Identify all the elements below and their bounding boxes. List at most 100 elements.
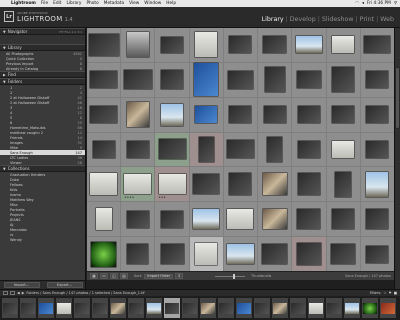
photo-thumbnail[interactable] [335, 171, 352, 197]
filmstrip-thumbnail[interactable] [110, 298, 126, 318]
photo-thumbnail[interactable] [366, 106, 389, 124]
back-arrow-icon[interactable]: ◀ [17, 291, 20, 295]
second-window-icon[interactable] [3, 291, 8, 295]
menubar-clock[interactable]: Fri 4:36 PM [367, 1, 391, 6]
grid-cell[interactable] [223, 28, 258, 62]
wifi-icon[interactable]: ◠ [355, 1, 359, 6]
photo-thumbnail[interactable] [366, 209, 389, 230]
photo-thumbnail[interactable] [194, 63, 219, 97]
grid-cell[interactable] [258, 28, 292, 62]
grid-cell[interactable] [155, 28, 189, 62]
grid-cell[interactable] [360, 97, 394, 132]
filmstrip-thumbnail[interactable] [380, 298, 396, 318]
filmstrip-thumbnail[interactable] [56, 298, 72, 318]
grid-cell[interactable] [189, 167, 223, 202]
photo-thumbnail[interactable] [195, 243, 218, 266]
photo-thumbnail[interactable] [193, 209, 220, 230]
spotlight-icon[interactable]: ⚲ [394, 1, 397, 6]
photo-thumbnail[interactable] [297, 173, 320, 196]
grid-cell[interactable] [326, 202, 360, 237]
grid-cell[interactable]: ★★★★ [121, 167, 155, 202]
photo-thumbnail[interactable] [263, 106, 286, 124]
photo-thumbnail[interactable] [332, 140, 355, 158]
navigator-preview[interactable] [0, 35, 85, 44]
grid-cell[interactable] [258, 167, 292, 202]
export-button[interactable]: Export... [46, 282, 83, 288]
volume-icon[interactable]: ◂ [362, 1, 364, 6]
filmstrip-thumbnail[interactable] [218, 298, 234, 318]
grid-cell[interactable] [258, 62, 292, 97]
photo-thumbnail[interactable] [158, 139, 186, 160]
grid-cell[interactable] [258, 237, 292, 271]
grid-cell[interactable] [189, 28, 223, 62]
grid-cell[interactable] [87, 132, 121, 167]
grid-cell[interactable] [326, 97, 360, 132]
photo-thumbnail[interactable] [366, 245, 389, 263]
photo-thumbnail[interactable] [297, 140, 320, 158]
import-button[interactable]: Import... [3, 282, 40, 288]
grid-cell[interactable] [223, 132, 258, 167]
star-rating[interactable]: ★★★ [158, 196, 166, 199]
grid-cell[interactable] [223, 167, 258, 202]
photo-thumbnail[interactable] [198, 136, 214, 162]
grid-cell[interactable] [223, 237, 258, 271]
filmstrip-thumbnail[interactable] [362, 298, 378, 318]
grid-cell[interactable] [189, 97, 223, 132]
grid-cell[interactable] [223, 62, 258, 97]
grid-cell[interactable] [87, 28, 121, 62]
grid-cell[interactable] [189, 132, 223, 167]
grid-cell[interactable] [292, 202, 326, 237]
grid-cell[interactable] [326, 237, 360, 271]
photo-thumbnail[interactable] [262, 173, 287, 196]
photo-thumbnail[interactable] [90, 173, 118, 196]
menu-metadata[interactable]: Metadata [104, 1, 124, 6]
photo-thumbnail[interactable] [161, 210, 184, 228]
grid-cell[interactable] [292, 62, 326, 97]
grid-cell[interactable] [87, 167, 121, 202]
photo-thumbnail[interactable] [161, 36, 184, 53]
menu-window[interactable]: Window [144, 1, 161, 6]
photo-thumbnail[interactable] [227, 70, 253, 89]
grid-cell[interactable] [326, 132, 360, 167]
navigator-header[interactable]: ▼ Navigator FIT FILL 1:1 3:1 [0, 28, 85, 35]
module-slideshow[interactable]: Slideshow [322, 16, 354, 23]
photo-thumbnail[interactable] [226, 244, 254, 265]
grid-view-icon[interactable]: ▦ [90, 273, 98, 279]
photo-thumbnail[interactable] [195, 32, 218, 58]
photo-thumbnail[interactable] [366, 140, 389, 158]
photo-thumbnail[interactable] [366, 171, 389, 197]
grid-cell[interactable] [223, 202, 258, 237]
menu-photo[interactable]: Photo [86, 1, 98, 6]
photo-thumbnail[interactable] [332, 209, 355, 230]
photo-thumbnail[interactable] [296, 243, 321, 266]
grid-cell[interactable] [189, 237, 223, 271]
module-library[interactable]: Library [262, 16, 284, 23]
photo-thumbnail[interactable] [195, 106, 218, 124]
grid-cell[interactable] [258, 202, 292, 237]
photo-thumbnail[interactable] [229, 36, 252, 54]
photo-thumbnail[interactable] [267, 136, 283, 162]
photo-thumbnail[interactable] [332, 36, 355, 54]
photo-thumbnail[interactable] [263, 36, 287, 54]
collections-header[interactable]: ▼ Collections [0, 165, 85, 172]
folders-header[interactable]: ▼ Folders [0, 78, 85, 85]
filmstrip-thumbnail[interactable] [164, 298, 180, 318]
photo-thumbnail[interactable] [227, 209, 254, 230]
filmstrip-thumbnail[interactable] [272, 298, 288, 318]
filmstrip-path[interactable]: Folders / Sans Enough / 147 photos / 1 s… [26, 291, 144, 295]
menu-edit[interactable]: Edit [53, 1, 61, 6]
grid-cell[interactable] [121, 237, 155, 271]
thumbnail-size-slider[interactable] [215, 273, 246, 279]
forward-arrow-icon[interactable]: ▶ [22, 291, 25, 295]
grid-cell[interactable] [121, 202, 155, 237]
survey-view-icon[interactable]: ▤ [120, 273, 128, 279]
navigator-zoom[interactable]: FIT FILL 1:1 3:1 [59, 30, 82, 34]
photo-thumbnail[interactable] [90, 106, 118, 124]
photo-thumbnail[interactable] [158, 174, 186, 195]
filmstrip-thumbnail[interactable] [308, 298, 324, 318]
photo-thumbnail[interactable] [295, 36, 322, 54]
compare-view-icon[interactable]: ◫ [110, 273, 118, 279]
grid-cell[interactable] [155, 237, 189, 271]
photo-thumbnail[interactable] [161, 103, 184, 126]
grid-cell[interactable] [360, 62, 394, 97]
